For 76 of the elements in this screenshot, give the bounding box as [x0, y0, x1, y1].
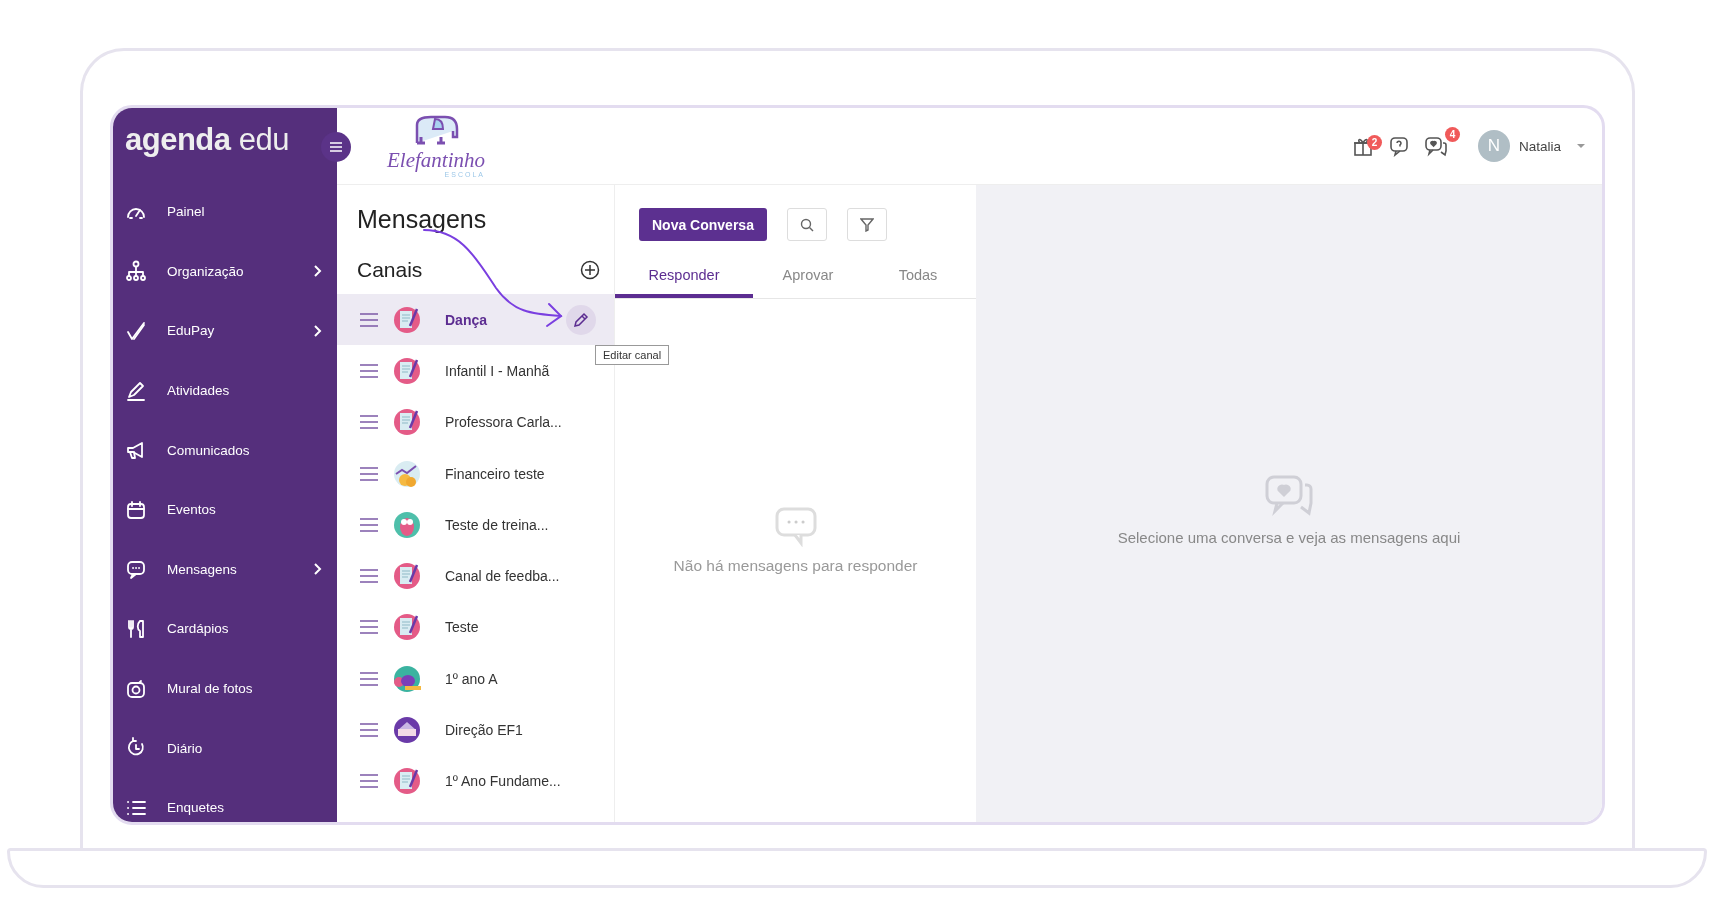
- channel-item[interactable]: Teste: [337, 601, 614, 654]
- checkmark-icon: [125, 320, 147, 342]
- drag-handle-icon[interactable]: [359, 466, 379, 481]
- pencil-icon: [125, 379, 147, 402]
- channel-item[interactable]: Professora Carla...: [337, 396, 614, 448]
- tab[interactable]: Responder: [615, 256, 753, 298]
- nav-item[interactable]: Enquetes: [113, 777, 337, 822]
- new-conversation-button[interactable]: Nova Conversa: [639, 208, 767, 241]
- channel-item[interactable]: 1º Ano Fundame...: [337, 755, 614, 807]
- tab[interactable]: Aprovar: [753, 256, 863, 298]
- filter-button[interactable]: [846, 208, 887, 241]
- channel-avatar-icon: [393, 459, 421, 488]
- add-icon[interactable]: [580, 260, 600, 280]
- channel-avatar-icon: [393, 510, 421, 539]
- nav-item[interactable]: Mural de fotos: [113, 658, 337, 719]
- channel-item[interactable]: Teste de treina...: [337, 499, 614, 551]
- chat-icon[interactable]: [1423, 135, 1448, 157]
- section-title: Canais: [357, 258, 423, 282]
- nav-item[interactable]: Diário: [113, 718, 337, 778]
- page-title: Mensagens: [357, 205, 488, 234]
- channel-avatar-icon: [393, 664, 421, 693]
- calendar-icon: [125, 498, 147, 521]
- user-avatar: N: [1477, 130, 1510, 162]
- utensils-icon: [125, 617, 147, 640]
- channel-avatar-icon: [393, 408, 421, 437]
- help-icon[interactable]: [1387, 135, 1410, 157]
- nav-item[interactable]: EduPay: [113, 301, 337, 361]
- channel-item[interactable]: Dança: [337, 294, 614, 346]
- pencil-icon: [572, 310, 590, 329]
- menu-button[interactable]: [321, 132, 351, 162]
- drag-handle-icon[interactable]: [359, 312, 379, 327]
- channel-item[interactable]: Financeiro teste: [337, 447, 614, 500]
- hierarchy-icon: [125, 260, 147, 283]
- channel-avatar-icon: [393, 767, 421, 796]
- menu-icon: [330, 142, 342, 152]
- channel-avatar-icon: [393, 356, 421, 385]
- elephant-icon: [413, 114, 459, 147]
- notification-badge: 4: [1444, 127, 1460, 142]
- drag-handle-icon[interactable]: [359, 620, 379, 635]
- app-logo: agenda edu: [125, 122, 289, 158]
- empty-message: Não há mensagens para responder: [673, 557, 918, 575]
- channel-avatar-icon: [393, 562, 421, 591]
- nav-item[interactable]: Painel: [113, 182, 337, 242]
- tab[interactable]: Todas: [863, 256, 973, 298]
- camera-icon: [125, 677, 147, 700]
- channel-avatar-icon: [393, 716, 421, 744]
- tooltip: Editar canal: [595, 345, 670, 365]
- nav-item[interactable]: Cardápios: [113, 599, 337, 659]
- channel-item[interactable]: Direção EF1: [337, 704, 614, 756]
- nav-item[interactable]: Eventos: [113, 479, 337, 540]
- nav-item[interactable]: Mensagens: [113, 539, 337, 600]
- search-icon: [799, 217, 814, 232]
- nav-item[interactable]: Comunicados: [113, 420, 337, 480]
- chat-bubble-icon: [774, 507, 817, 547]
- edit-button[interactable]: [566, 304, 596, 335]
- caret-icon: [1576, 143, 1586, 149]
- chat-bubbles-icon: [1265, 475, 1313, 519]
- drag-handle-icon[interactable]: [359, 569, 379, 584]
- drag-handle-icon[interactable]: [359, 671, 379, 686]
- channel-item[interactable]: Canal de feedba...: [337, 550, 614, 602]
- user-menu[interactable]: N Natalia: [1477, 130, 1586, 162]
- channel-avatar-icon: [393, 613, 421, 642]
- notification-badge: 2: [1366, 135, 1382, 150]
- drag-handle-icon[interactable]: [359, 363, 379, 378]
- channel-avatar-icon: [393, 305, 421, 334]
- nav-item[interactable]: Atividades: [113, 360, 337, 421]
- chat-icon: [125, 558, 147, 581]
- nav-item[interactable]: Organização: [113, 241, 337, 302]
- drag-handle-icon[interactable]: [359, 517, 379, 532]
- channel-item[interactable]: 1º ano A: [337, 653, 614, 705]
- filter-icon: [859, 217, 874, 232]
- drag-handle-icon[interactable]: [359, 723, 379, 737]
- empty-message: Selecione uma conversa e veja as mensagens aqui: [1117, 529, 1461, 546]
- search-button[interactable]: [786, 208, 827, 241]
- drag-handle-icon[interactable]: [359, 774, 379, 789]
- drag-handle-icon[interactable]: [359, 415, 379, 430]
